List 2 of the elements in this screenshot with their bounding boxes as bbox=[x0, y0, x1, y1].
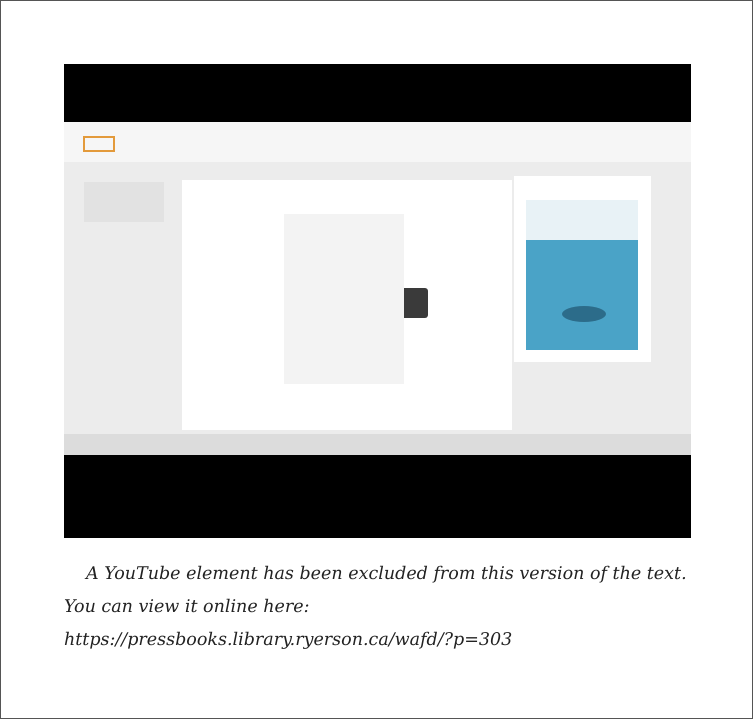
url-text: https://pressbooks.library.ryerson.ca/wafd/?p=303 bbox=[64, 629, 514, 652]
notice-text: A YouTube element has been excluded from this version of the text. You can view it online here: bbox=[64, 563, 688, 619]
